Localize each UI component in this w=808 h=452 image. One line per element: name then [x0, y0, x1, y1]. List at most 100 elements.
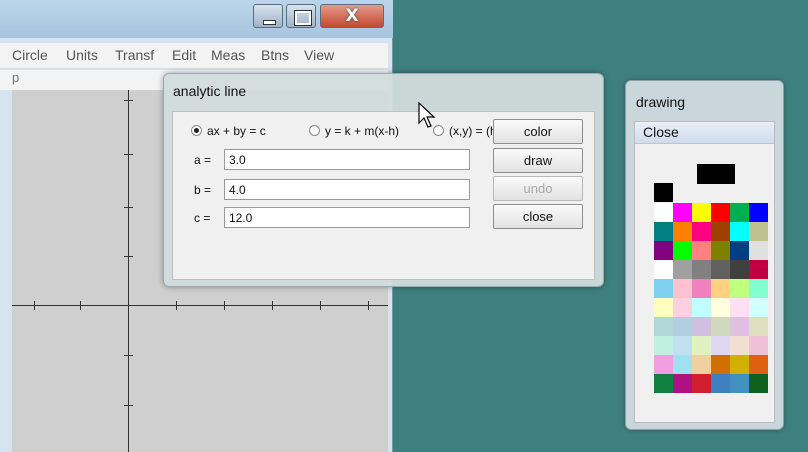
- color-swatch[interactable]: [673, 336, 692, 355]
- radio-selected-icon: [191, 125, 202, 136]
- color-swatch[interactable]: [654, 298, 673, 317]
- color-swatch[interactable]: [711, 260, 730, 279]
- x-tick: [368, 301, 369, 310]
- c-constant-input[interactable]: [224, 207, 470, 228]
- color-swatch[interactable]: [711, 336, 730, 355]
- menu-transf[interactable]: Transf: [115, 47, 154, 63]
- x-tick: [272, 301, 273, 310]
- color-swatch[interactable]: [711, 298, 730, 317]
- color-swatch[interactable]: [711, 374, 730, 393]
- color-swatch[interactable]: [749, 317, 768, 336]
- color-swatch[interactable]: [749, 298, 768, 317]
- y-tick: [124, 100, 133, 101]
- color-swatch[interactable]: [711, 355, 730, 374]
- menu-edit[interactable]: Edit: [172, 47, 196, 63]
- color-swatch[interactable]: [692, 279, 711, 298]
- menu-bar: Circle Units Transf Edit Meas Btns View: [0, 43, 388, 69]
- color-swatch[interactable]: [730, 222, 749, 241]
- color-swatch[interactable]: [673, 298, 692, 317]
- a-coefficient-input[interactable]: [224, 149, 470, 170]
- color-swatch[interactable]: [730, 298, 749, 317]
- color-swatch[interactable]: [692, 222, 711, 241]
- color-swatch[interactable]: [711, 317, 730, 336]
- color-swatch[interactable]: [654, 260, 673, 279]
- close-button[interactable]: close: [493, 204, 583, 229]
- color-swatch[interactable]: [749, 279, 768, 298]
- y-tick: [124, 405, 133, 406]
- dialog-title: analytic line: [173, 83, 247, 99]
- color-swatch[interactable]: [673, 222, 692, 241]
- color-swatch[interactable]: [654, 241, 673, 260]
- color-swatch[interactable]: [730, 374, 749, 393]
- drawing-palette-window: drawing Close: [625, 80, 784, 430]
- color-swatch[interactable]: [730, 336, 749, 355]
- color-swatch[interactable]: [749, 222, 768, 241]
- color-swatch[interactable]: [692, 374, 711, 393]
- minimize-button[interactable]: [253, 4, 283, 28]
- graph-window-titlebar[interactable]: X: [0, 0, 393, 38]
- palette-body: Close: [634, 121, 775, 423]
- color-swatch[interactable]: [749, 336, 768, 355]
- maximize-button[interactable]: [286, 4, 316, 28]
- color-swatch[interactable]: [730, 260, 749, 279]
- window-close-button[interactable]: X: [320, 4, 384, 28]
- selected-color-swatch: [654, 183, 673, 202]
- color-swatch[interactable]: [673, 355, 692, 374]
- y-tick: [124, 207, 133, 208]
- color-swatch[interactable]: [730, 279, 749, 298]
- color-swatch[interactable]: [730, 203, 749, 222]
- color-swatch[interactable]: [673, 241, 692, 260]
- color-button[interactable]: color: [493, 119, 583, 144]
- color-swatch[interactable]: [654, 336, 673, 355]
- color-swatch[interactable]: [654, 203, 673, 222]
- color-swatch[interactable]: [711, 279, 730, 298]
- toolbar-text: p: [12, 70, 20, 85]
- color-swatch[interactable]: [749, 355, 768, 374]
- color-swatch[interactable]: [673, 279, 692, 298]
- color-swatch[interactable]: [692, 203, 711, 222]
- color-swatch[interactable]: [654, 279, 673, 298]
- color-swatch[interactable]: [730, 355, 749, 374]
- field-label-b: b =: [194, 183, 212, 197]
- color-swatch[interactable]: [749, 260, 768, 279]
- current-color-swatch: [697, 164, 735, 184]
- menu-btns[interactable]: Btns: [261, 47, 289, 63]
- color-swatch[interactable]: [673, 374, 692, 393]
- color-swatch[interactable]: [711, 241, 730, 260]
- color-swatch[interactable]: [711, 222, 730, 241]
- b-coefficient-input[interactable]: [224, 179, 470, 200]
- radio-label: y = k + m(x-h): [325, 124, 400, 138]
- color-swatch[interactable]: [673, 260, 692, 279]
- color-swatch[interactable]: [673, 203, 692, 222]
- color-swatch[interactable]: [654, 355, 673, 374]
- color-swatch[interactable]: [692, 355, 711, 374]
- color-swatch[interactable]: [673, 317, 692, 336]
- radio-point-slope-form[interactable]: y = k + m(x-h): [309, 124, 399, 138]
- color-swatch[interactable]: [749, 241, 768, 260]
- palette-close-button[interactable]: Close: [635, 122, 774, 144]
- color-swatch[interactable]: [654, 374, 673, 393]
- color-swatch[interactable]: [749, 203, 768, 222]
- color-swatch[interactable]: [730, 317, 749, 336]
- color-swatch[interactable]: [749, 374, 768, 393]
- y-tick: [124, 154, 133, 155]
- color-swatch[interactable]: [654, 317, 673, 336]
- menu-units[interactable]: Units: [66, 47, 98, 63]
- color-swatch[interactable]: [692, 317, 711, 336]
- draw-button[interactable]: draw: [493, 148, 583, 173]
- menu-meas[interactable]: Meas: [211, 47, 245, 63]
- radio-unselected-icon: [309, 125, 320, 136]
- close-icon: X: [345, 6, 359, 26]
- menu-view[interactable]: View: [304, 47, 334, 63]
- color-swatch[interactable]: [730, 241, 749, 260]
- radio-standard-form[interactable]: ax + by = c: [191, 124, 266, 138]
- color-swatch[interactable]: [692, 336, 711, 355]
- color-swatch[interactable]: [692, 241, 711, 260]
- color-swatch[interactable]: [711, 203, 730, 222]
- color-swatch[interactable]: [692, 260, 711, 279]
- undo-button[interactable]: undo: [493, 176, 583, 201]
- menu-circle[interactable]: Circle: [12, 47, 48, 63]
- color-swatch[interactable]: [654, 222, 673, 241]
- color-swatch[interactable]: [692, 298, 711, 317]
- y-axis: [128, 90, 129, 452]
